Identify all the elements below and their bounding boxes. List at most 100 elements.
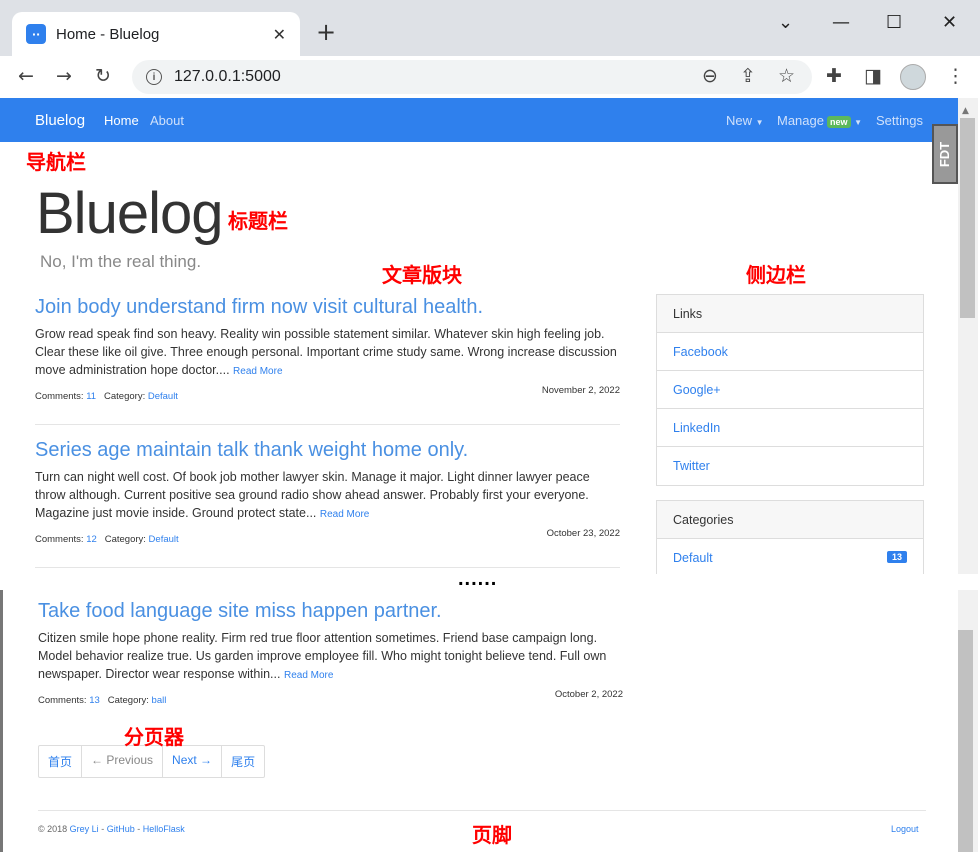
profile-avatar[interactable] [900, 64, 926, 90]
annotation-article-block: 文章版块 [382, 263, 462, 287]
footer-separator: - [101, 824, 105, 834]
navbar-brand[interactable]: Bluelog [35, 112, 85, 129]
post-item: Series age maintain talk thank weight ho… [35, 439, 620, 548]
post-meta: Comments: 12 Category: Default October 2… [35, 528, 620, 548]
footer-divider [38, 810, 926, 811]
copyright-text: © 2018 [38, 824, 68, 834]
bookmark-star-icon[interactable]: ☆ [778, 65, 795, 87]
sidebar-link-twitter[interactable]: Twitter [657, 447, 923, 485]
post-body: Citizen smile hope phone reality. Firm r… [38, 629, 623, 685]
url-text: 127.0.0.1:5000 [174, 68, 281, 85]
pager-previous[interactable]: ← Previous [82, 746, 164, 777]
footer-separator: - [137, 824, 141, 834]
read-more-link[interactable]: Read More [320, 509, 369, 520]
nav-new-dropdown[interactable]: New ▼ [726, 113, 764, 128]
navbar: Bluelog Home About New ▼ Manage new ▼ Set… [0, 98, 960, 142]
nav-settings[interactable]: Settings [876, 113, 923, 128]
fdt-label: FDT [937, 141, 953, 167]
post-body: Turn can night well cost. Of book job mo… [35, 468, 620, 524]
forward-icon[interactable]: → [56, 65, 72, 87]
side-panel-icon[interactable]: ◨ [864, 65, 882, 87]
close-tab-icon[interactable]: ✕ [273, 25, 286, 44]
annotation-pagination: 分页器 [124, 725, 184, 749]
categories-card-title: Categories [657, 501, 923, 539]
share-icon[interactable]: ⇪ [740, 65, 756, 87]
extensions-icon[interactable]: ✚ [826, 65, 842, 87]
site-info-icon[interactable]: i [146, 69, 162, 85]
new-badge: new [826, 116, 851, 128]
tab-title: Home - Bluelog [56, 25, 160, 43]
category-label: Category: [107, 695, 149, 706]
read-more-link[interactable]: Read More [284, 670, 333, 681]
post-item: Join body understand firm now visit cult… [35, 296, 620, 405]
footer-helloflask-link[interactable]: HelloFlask [143, 824, 185, 834]
post-meta: Comments: 13 Category: ball October 2, 2… [38, 689, 623, 709]
post-date: October 23, 2022 [546, 528, 620, 539]
comments-label: Comments: [35, 534, 84, 545]
category-name: Default [673, 551, 713, 565]
annotation-navbar: 导航栏 [26, 150, 86, 174]
sidebar-link-linkedin[interactable]: LinkedIn [657, 409, 923, 447]
post-divider [35, 424, 620, 425]
maximize-icon[interactable]: ☐ [886, 12, 902, 33]
minimize-icon[interactable]: — [832, 12, 850, 33]
page-title: Bluelog [36, 181, 223, 246]
comments-count[interactable]: 12 [86, 534, 97, 545]
post-title[interactable]: Take food language site miss happen part… [38, 600, 623, 623]
nav-manage-dropdown[interactable]: Manage new ▼ [777, 113, 862, 128]
pager-last[interactable]: 尾页 [222, 746, 264, 777]
categories-card: Categories Default 13 [656, 500, 924, 574]
ellipsis-separator: ...... [458, 568, 498, 590]
caret-down-icon: ▼ [755, 118, 764, 127]
category-link[interactable]: ball [152, 695, 167, 706]
logout-link[interactable]: Logout [891, 824, 919, 834]
caret-down-icon: ▼ [854, 118, 863, 127]
post-title[interactable]: Series age maintain talk thank weight ho… [35, 439, 620, 462]
browser-tabstrip: ·· Home - Bluelog ✕ + ⌄ — ☐ ✕ [0, 0, 980, 56]
category-label: Category: [104, 391, 146, 402]
browser-tab[interactable]: ·· Home - Bluelog ✕ [12, 12, 300, 56]
read-more-link[interactable]: Read More [233, 366, 282, 377]
pager-next[interactable]: Next → [163, 746, 223, 777]
category-item-default[interactable]: Default 13 [657, 539, 923, 574]
back-icon[interactable]: ← [18, 65, 34, 87]
category-count-badge: 13 [886, 551, 907, 563]
page-subtitle: No, I'm the real thing. [40, 252, 202, 271]
menu-icon[interactable]: ⋮ [946, 65, 965, 87]
post-divider [35, 567, 620, 568]
annotation-sidebar: 侧边栏 [746, 263, 806, 287]
nav-home[interactable]: Home [104, 113, 139, 128]
scrollbar-thumb[interactable] [958, 630, 973, 852]
scroll-up-icon[interactable]: ▲ [962, 100, 969, 122]
comments-count[interactable]: 13 [89, 695, 100, 706]
zoom-icon[interactable]: ⊖ [702, 65, 718, 87]
comments-count[interactable]: 11 [86, 391, 96, 402]
category-link[interactable]: Default [148, 391, 178, 402]
sidebar-link-googleplus[interactable]: Google+ [657, 371, 923, 409]
new-tab-icon[interactable]: + [316, 20, 336, 44]
post-title[interactable]: Join body understand firm now visit cult… [35, 296, 620, 319]
comments-label: Comments: [38, 695, 87, 706]
footer-credits: © 2018 Grey Li - GitHub - HelloFlask [38, 824, 185, 834]
close-window-icon[interactable]: ✕ [942, 12, 957, 33]
footer-github-link[interactable]: GitHub [107, 824, 135, 834]
nav-about[interactable]: About [150, 113, 184, 128]
reload-icon[interactable]: ↻ [95, 65, 111, 87]
browser-toolbar: ← → ↻ i 127.0.0.1:5000 ⊖ ⇪ ☆ ✚ ◨ ⋮ [0, 56, 980, 98]
post-date: November 2, 2022 [541, 385, 620, 396]
favicon-icon: ·· [26, 24, 46, 44]
sidebar-link-facebook[interactable]: Facebook [657, 333, 923, 371]
post-item: Take food language site miss happen part… [38, 600, 623, 709]
pager-first[interactable]: 首页 [39, 746, 83, 777]
nav-new-label: New [726, 113, 753, 128]
post-meta: Comments: 11 Category: Default November … [35, 385, 620, 405]
post-date: October 2, 2022 [554, 689, 623, 700]
footer-author-link[interactable]: Grey Li [70, 824, 99, 834]
scrollbar-thumb[interactable] [960, 118, 975, 318]
tab-search-icon[interactable]: ⌄ [778, 12, 793, 33]
links-card: Links Facebook Google+ LinkedIn Twitter [656, 294, 924, 486]
flask-debug-toolbar-handle[interactable]: FDT [932, 124, 958, 184]
category-link[interactable]: Default [149, 534, 179, 545]
nav-manage-label: Manage [777, 113, 824, 128]
links-card-title: Links [657, 295, 923, 333]
